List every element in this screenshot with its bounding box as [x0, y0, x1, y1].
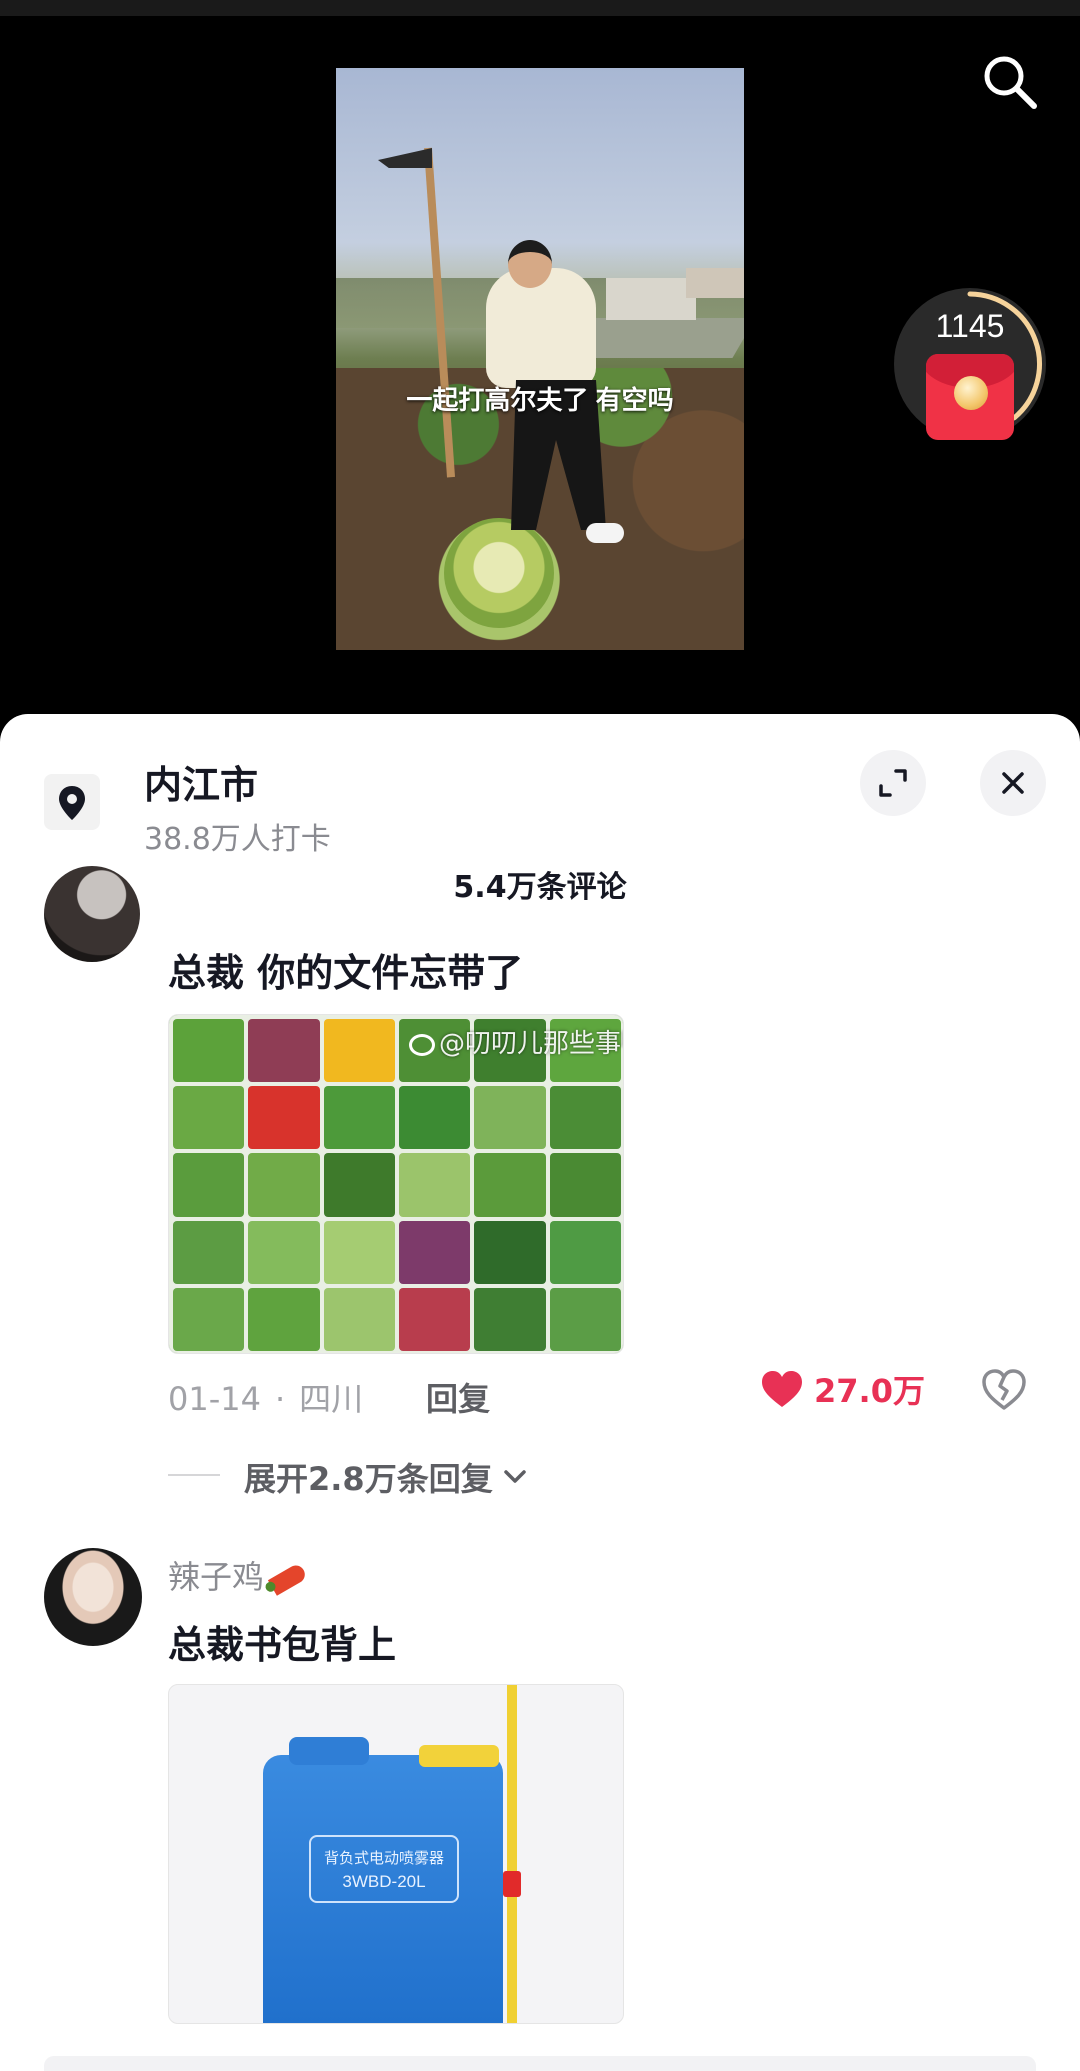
seed-packet: [399, 1086, 471, 1150]
weibo-logo-icon: [409, 1033, 435, 1056]
seed-packet: [248, 1153, 320, 1217]
seed-packet: [173, 1086, 245, 1150]
location-pin-icon: [59, 786, 85, 820]
comment-meta: 01-14 · 四川: [168, 1374, 363, 1420]
comment-username[interactable]: 辣子鸡: [168, 1552, 309, 1598]
seed-packet: [399, 1287, 471, 1351]
seed-packet: [549, 1287, 621, 1351]
like-count: 27.0万: [814, 1372, 925, 1410]
comment-region: 四川: [299, 1380, 364, 1418]
seed-packet: [173, 1019, 245, 1083]
seed-packet: [474, 1153, 546, 1217]
status-bar: [0, 0, 1080, 16]
comment-count: 5.4万条评论: [453, 870, 627, 905]
video-frame[interactable]: 一起打高尔夫了 有空吗: [336, 68, 744, 650]
image-watermark: @叨叨儿那些事鸭: [409, 1023, 623, 1060]
sprayer-label-line2: 3WBD-20L: [342, 1872, 426, 1891]
watermark-text: @叨叨儿那些事鸭: [439, 1029, 623, 1059]
seed-packet: [248, 1019, 320, 1083]
sprayer-label-line1: 背负式电动喷雾器: [323, 1850, 444, 1867]
expand-button[interactable]: [860, 750, 926, 816]
expand-replies-label: 展开2.8万条回复: [244, 1460, 493, 1498]
sprayer-wand: [507, 1685, 517, 2023]
video-cabbage: [444, 518, 554, 628]
seed-packet: [549, 1220, 621, 1284]
seed-packet: [474, 1220, 546, 1284]
reply-button[interactable]: 回复: [426, 1374, 490, 1420]
username-text: 辣子鸡: [168, 1558, 265, 1596]
seed-packet: [323, 1086, 395, 1150]
close-button[interactable]: [980, 750, 1046, 816]
comment-text[interactable]: 总裁书包背上: [168, 1614, 396, 1669]
comment-text[interactable]: 总裁 你的文件忘带了: [168, 942, 523, 997]
sprayer-label: 背负式电动喷雾器 3WBD-20L: [309, 1835, 459, 1903]
seed-packet: [173, 1153, 245, 1217]
seed-packet: [323, 1287, 395, 1351]
video-caption: 一起打高尔夫了 有空吗: [406, 385, 674, 415]
expand-replies-button[interactable]: 展开2.8万条回复: [244, 1454, 531, 1500]
input-bar-edge: [44, 2056, 1036, 2071]
video-hoe-blade: [378, 148, 432, 168]
seed-packet: [248, 1220, 320, 1284]
seed-packets-grid: [169, 1015, 623, 1353]
red-packet-count: 1145: [935, 308, 1005, 344]
red-envelope-coin: [954, 376, 988, 410]
comment-image[interactable]: @叨叨儿那些事鸭: [168, 1014, 624, 1354]
seed-packet: [474, 1086, 546, 1150]
red-packet-widget[interactable]: 1145: [894, 288, 1046, 450]
video-person-head: [508, 240, 552, 288]
chevron-down-icon: [503, 1470, 526, 1483]
red-envelope-icon: [926, 354, 1014, 440]
video-bg-house-2: [686, 268, 744, 298]
like-button[interactable]: 27.0万: [760, 1366, 925, 1412]
seed-packet: [173, 1220, 245, 1284]
seed-packet: [399, 1220, 471, 1284]
seed-packet: [549, 1086, 621, 1150]
video-player[interactable]: 一起打高尔夫了 有空吗 1145: [0, 16, 1080, 716]
comment-date: 01-14: [168, 1380, 261, 1418]
sprayer-cap-yellow: [419, 1745, 499, 1767]
expand-icon: [879, 769, 907, 797]
video-person-coat: [486, 268, 596, 388]
comment-image[interactable]: 背负式电动喷雾器 3WBD-20L: [168, 1684, 624, 2024]
seed-packet: [399, 1153, 471, 1217]
seed-packet: [474, 1287, 546, 1351]
search-button[interactable]: [980, 52, 1040, 112]
seed-packet: [173, 1287, 245, 1351]
seed-packet: [323, 1153, 395, 1217]
heart-icon: [762, 1371, 802, 1407]
dislike-button[interactable]: [980, 1366, 1028, 1414]
location-checkins: 38.8万人打卡: [144, 822, 331, 857]
seed-packet: [248, 1287, 320, 1351]
search-icon: [984, 56, 1037, 109]
avatar[interactable]: [44, 1548, 142, 1646]
chili-pepper-icon: [267, 1562, 309, 1596]
seed-packet: [323, 1220, 395, 1284]
location-button[interactable]: [44, 774, 100, 830]
location-title[interactable]: 内江市: [144, 754, 258, 809]
sprayer-cap: [289, 1737, 369, 1765]
seed-packet: [248, 1086, 320, 1150]
sprayer-switch: [503, 1871, 521, 1897]
expand-divider: [168, 1474, 220, 1476]
video-bg-house: [606, 278, 696, 320]
seed-packet: [549, 1153, 621, 1217]
broken-heart-icon: [982, 1369, 1026, 1410]
close-icon: [1002, 772, 1024, 794]
video-person-shoe: [586, 523, 624, 543]
seed-packet: [323, 1019, 395, 1083]
avatar[interactable]: [44, 866, 140, 962]
comment-sheet: 内江市 38.8万人打卡 5.4万条评论 总裁 你的文件忘带了 @叨叨儿那些事 …: [0, 714, 1080, 2071]
meta-separator: ·: [274, 1380, 286, 1418]
